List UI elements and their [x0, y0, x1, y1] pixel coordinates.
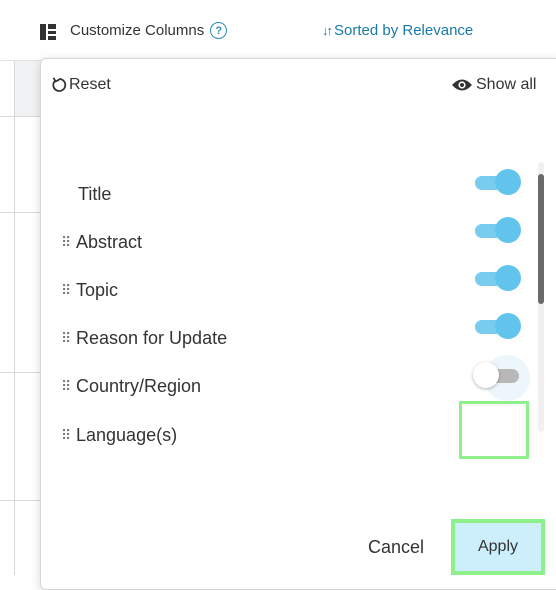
toggle-knob — [495, 169, 521, 195]
cancel-button[interactable]: Cancel — [368, 537, 424, 558]
column-label: Title — [78, 183, 112, 204]
customize-columns-button[interactable]: Customize Columns ? — [70, 22, 228, 39]
languages-toggle-highlight — [459, 401, 529, 459]
column-label: Abstract — [76, 231, 143, 252]
sort-label: Sorted by Relevance — [334, 22, 474, 39]
column-row-reason-for-update[interactable]: ⠿ Reason for Update — [41, 265, 541, 358]
background-row-divider — [0, 116, 40, 117]
columns-icon — [40, 24, 56, 40]
column-toggle-reason-for-update[interactable] — [473, 265, 521, 291]
drag-handle-icon[interactable]: ⠿ — [61, 282, 73, 298]
background-row-divider — [0, 212, 40, 213]
show-all-button[interactable]: Show all — [451, 76, 536, 94]
column-label: Country/Region — [76, 375, 202, 396]
sort-arrows-icon: ↓↑ — [322, 23, 333, 38]
column-label: Reason for Update — [76, 327, 228, 348]
show-all-label: Show all — [476, 76, 537, 93]
results-toolbar: Customize Columns ? ↓↑ Sorted by Relevan… — [0, 0, 556, 61]
toggle-knob — [473, 362, 499, 388]
column-toggle-abstract[interactable] — [473, 169, 521, 195]
drag-handle-icon[interactable]: ⠿ — [61, 378, 73, 394]
toggle-knob — [495, 217, 521, 243]
help-icon[interactable]: ? — [210, 22, 228, 39]
background-row-highlight — [14, 60, 40, 116]
toggle-knob — [495, 313, 521, 339]
customize-columns-panel: Reset Show all Title ⠿ Abstract ⠿ Topic … — [40, 58, 556, 590]
eye-icon — [452, 79, 472, 91]
drag-handle-icon[interactable]: ⠿ — [61, 234, 73, 250]
background-divider — [14, 60, 15, 575]
column-row-title: Title — [41, 174, 541, 214]
column-label: Language(s) — [76, 424, 178, 445]
column-row-abstract[interactable]: ⠿ Abstract — [41, 169, 541, 262]
column-toggle-topic[interactable] — [473, 217, 521, 243]
column-row-topic[interactable]: ⠿ Topic — [41, 217, 541, 310]
toggle-knob — [495, 265, 521, 291]
drag-handle-icon[interactable]: ⠿ — [61, 427, 73, 443]
customize-columns-label: Customize Columns — [70, 22, 205, 39]
background-row-divider — [0, 372, 40, 373]
column-toggle-country-region[interactable] — [473, 313, 521, 339]
reset-label: Reset — [69, 76, 111, 93]
column-toggle-languages[interactable] — [473, 362, 521, 388]
reset-arrow-icon — [52, 77, 67, 92]
column-label: Topic — [76, 279, 119, 300]
column-row-country-region[interactable]: ⠿ Country/Region — [41, 313, 541, 406]
reset-button[interactable]: Reset — [51, 76, 111, 94]
background-row-divider — [0, 500, 40, 501]
drag-handle-icon[interactable]: ⠿ — [61, 330, 73, 346]
sort-button[interactable]: ↓↑ Sorted by Relevance — [322, 22, 473, 39]
apply-button[interactable]: Apply — [451, 519, 545, 575]
apply-label: Apply — [477, 538, 519, 555]
